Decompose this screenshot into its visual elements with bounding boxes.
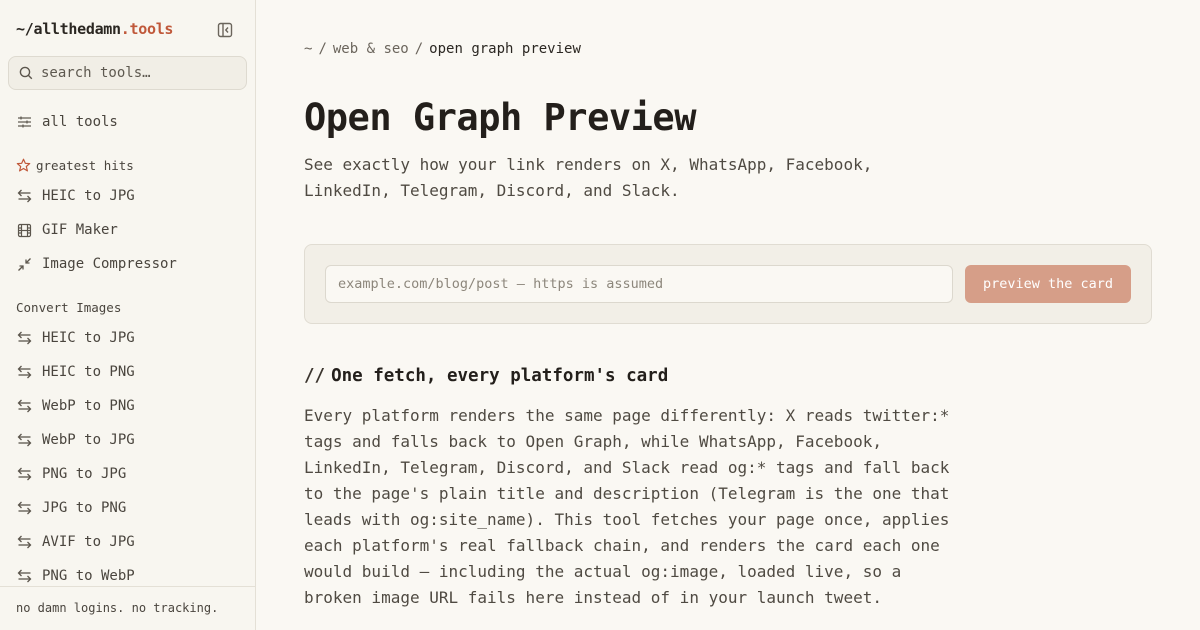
film-icon xyxy=(16,222,32,238)
sidebar-item-label: AVIF to JPG xyxy=(42,534,135,550)
breadcrumb-category[interactable]: web & seo xyxy=(333,41,409,57)
sidebar-item-label: HEIC to JPG xyxy=(42,330,135,346)
section-heading: //One fetch, every platform's card xyxy=(304,366,668,386)
sidebar-item-image-compressor[interactable]: Image Compressor xyxy=(16,252,177,276)
convert-arrows-icon xyxy=(16,364,32,380)
sidebar: ~/allthedamn.tools all tools greatest xyxy=(0,0,256,630)
compress-arrows-icon xyxy=(16,256,32,272)
convert-arrows-icon xyxy=(16,398,32,414)
url-input[interactable] xyxy=(325,265,953,303)
sidebar-item-webp-to-jpg[interactable]: WebP to JPG xyxy=(16,428,135,452)
convert-images-heading: Convert Images xyxy=(16,300,121,315)
page-subtitle: See exactly how your link renders on X, … xyxy=(304,155,873,200)
convert-arrows-icon xyxy=(16,432,32,448)
sidebar-item-heic-to-png[interactable]: HEIC to PNG xyxy=(16,360,135,384)
brand-logo[interactable]: ~/allthedamn.tools xyxy=(16,20,173,38)
breadcrumb-root[interactable]: ~ xyxy=(304,41,312,57)
section-body: Every platform renders the same page dif… xyxy=(304,406,950,607)
sidebar-item-label: HEIC to PNG xyxy=(42,364,135,380)
brand-accent: .tools xyxy=(120,20,174,38)
collapse-sidebar-icon[interactable] xyxy=(216,21,234,39)
sidebar-item-heic-to-jpg[interactable]: HEIC to JPG xyxy=(16,326,135,350)
sidebar-footer: no damn logins. no tracking. xyxy=(0,586,255,630)
sidebar-item-label: HEIC to JPG xyxy=(42,188,135,204)
sidebar-item-gif-maker[interactable]: GIF Maker xyxy=(16,218,118,242)
sidebar-item-webp-to-png[interactable]: WebP to PNG xyxy=(16,394,135,418)
heading-prefix: // xyxy=(304,366,326,386)
sidebar-item-heic-to-jpg-hit[interactable]: HEIC to JPG xyxy=(16,184,135,208)
sidebar-item-label: PNG to JPG xyxy=(42,466,127,482)
convert-arrows-icon xyxy=(16,534,32,550)
convert-arrows-icon xyxy=(16,330,32,346)
breadcrumb-separator: / xyxy=(318,41,327,57)
breadcrumb: ~ / web & seo / open graph preview xyxy=(304,41,581,57)
convert-arrows-icon xyxy=(16,568,32,584)
sidebar-item-png-to-webp[interactable]: PNG to WebP xyxy=(16,564,135,588)
star-icon xyxy=(16,158,31,173)
url-form: preview the card xyxy=(304,244,1152,324)
sidebar-item-label: Image Compressor xyxy=(42,256,177,272)
sliders-icon xyxy=(16,114,32,130)
sidebar-item-label: JPG to PNG xyxy=(42,500,127,516)
convert-arrows-icon xyxy=(16,188,32,204)
greatest-hits-heading: greatest hits xyxy=(16,158,134,173)
sidebar-item-label: all tools xyxy=(42,114,118,130)
sidebar-item-all-tools[interactable]: all tools xyxy=(16,110,118,134)
preview-card-button[interactable]: preview the card xyxy=(965,265,1131,303)
section-label-text: greatest hits xyxy=(36,158,134,173)
section-label-text: Convert Images xyxy=(16,300,122,315)
section-heading-text: One fetch, every platform's card xyxy=(331,366,669,386)
search-icon xyxy=(19,66,33,80)
breadcrumb-current: open graph preview xyxy=(429,41,581,57)
sidebar-item-label: PNG to WebP xyxy=(42,568,135,584)
breadcrumb-separator: / xyxy=(414,41,424,57)
search-box[interactable] xyxy=(8,56,247,90)
brand-prefix: ~/allthedamn xyxy=(16,20,121,38)
search-input[interactable] xyxy=(41,65,231,81)
sidebar-item-label: WebP to JPG xyxy=(42,432,135,448)
convert-arrows-icon xyxy=(16,466,32,482)
sidebar-item-label: WebP to PNG xyxy=(42,398,135,414)
sidebar-item-label: GIF Maker xyxy=(42,222,118,238)
main-content: ~ / web & seo / open graph preview Open Grap… xyxy=(256,0,1200,630)
sidebar-item-png-to-jpg[interactable]: PNG to JPG xyxy=(16,462,126,486)
sidebar-item-jpg-to-png[interactable]: JPG to PNG xyxy=(16,496,126,520)
convert-arrows-icon xyxy=(16,500,32,516)
page-title: Open Graph Preview xyxy=(304,96,696,139)
sidebar-item-avif-to-jpg[interactable]: AVIF to JPG xyxy=(16,530,135,554)
